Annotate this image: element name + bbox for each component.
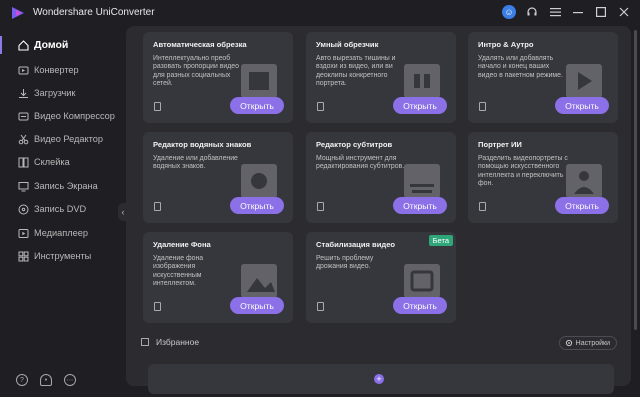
bell-icon[interactable]: • (40, 374, 52, 386)
card-description: Разделить видеопортреты с помощью искусс… (478, 155, 568, 188)
card-title: Редактор субтитров (316, 140, 393, 149)
beta-badge: Бета (428, 235, 453, 246)
sidebar: Домой Конвертер Загрузчик Видео Компресс… (0, 34, 118, 397)
sidebar-item-label: Запись DVD (34, 204, 87, 214)
grid-icon (17, 250, 29, 262)
sidebar-item-merger[interactable]: Склейка (0, 151, 118, 173)
card-description: Авто вырезать тишины и вздохи из видео, … (316, 55, 396, 88)
sidebar-item-label: Запись Экрана (34, 181, 98, 191)
tool-card-intro-outro: Интро & Аутро Удалять или добавлять нача… (468, 32, 618, 123)
bookmark-icon[interactable] (154, 102, 161, 111)
card-description: Интеллектуально преоб разовать пропорции… (153, 55, 239, 88)
tool-card-ai-portrait: Портрет ИИ Разделить видеопортреты с пом… (468, 132, 618, 223)
bookmark-icon[interactable] (479, 202, 486, 211)
open-button[interactable]: Открыть (555, 197, 609, 214)
app-title: Wondershare UniConverter (33, 7, 155, 18)
scissors-icon (17, 133, 29, 145)
card-title: Автоматическая обрезка (153, 40, 247, 49)
screen-record-icon (17, 180, 29, 192)
tool-card-video-stabilization: Бета Стабилизация видео Решить проблему … (306, 232, 456, 323)
favorites-icon (141, 338, 149, 346)
sidebar-item-label: Домой (34, 39, 69, 51)
main-panel: Автоматическая обрезка Интеллектуально п… (126, 26, 631, 386)
user-avatar-icon[interactable]: ☺ (501, 4, 517, 20)
sidebar-footer: ? • ⋯ (16, 374, 76, 386)
feedback-icon[interactable]: ⋯ (64, 374, 76, 386)
sidebar-item-player[interactable]: Медиаплеер (0, 222, 118, 244)
sidebar-item-label: Конвертер (34, 65, 79, 75)
sidebar-item-downloader[interactable]: Загрузчик (0, 82, 118, 104)
converter-icon (17, 64, 29, 76)
bookmark-icon[interactable] (317, 302, 324, 311)
bookmark-icon[interactable] (479, 102, 486, 111)
sidebar-item-label: Медиаплеер (34, 228, 88, 238)
bookmark-icon[interactable] (154, 302, 161, 311)
card-title: Умный обрезчик (316, 40, 379, 49)
home-icon (17, 39, 29, 51)
tool-card-smart-trimmer: Умный обрезчик Авто вырезать тишины и вз… (306, 32, 456, 123)
close-icon[interactable] (616, 4, 632, 20)
sidebar-item-toolbox[interactable]: Инструменты (0, 245, 118, 267)
disc-icon (17, 203, 29, 215)
bookmark-icon[interactable] (317, 102, 324, 111)
favorites-header: Избранное Настройки (140, 336, 617, 350)
sidebar-item-label: Видео Редактор (34, 134, 103, 144)
merge-icon (17, 156, 29, 168)
open-button[interactable]: Открыть (393, 297, 447, 314)
open-button[interactable]: Открыть (230, 97, 284, 114)
menu-icon[interactable] (547, 4, 563, 20)
title-bar: Wondershare UniConverter ☺ (0, 0, 640, 26)
open-button[interactable]: Открыть (393, 97, 447, 114)
card-description: Решить проблему дрожания видео. (316, 255, 374, 271)
compress-icon (17, 110, 29, 122)
minimize-icon[interactable] (570, 4, 586, 20)
favorites-label: Избранное (156, 337, 200, 347)
sidebar-item-converter[interactable]: Конвертер (0, 59, 118, 81)
card-title: Стабилизация видео (316, 240, 396, 249)
tool-card-auto-reframe: Автоматическая обрезка Интеллектуально п… (143, 32, 293, 123)
card-description: Удаление фона изображения искусственным … (153, 255, 204, 288)
card-description: Мощный инструмент для редактирования суб… (316, 155, 405, 171)
settings-label: Настройки (575, 339, 610, 347)
card-title: Удаление Фона (153, 240, 211, 249)
card-description: Удалять или добавлять начало и конец ваш… (478, 55, 563, 79)
tool-card-subtitle-editor: Редактор субтитров Мощный инструмент для… (306, 132, 456, 223)
card-title: Интро & Аутро (478, 40, 534, 49)
card-title: Портрет ИИ (478, 140, 522, 149)
bookmark-icon[interactable] (154, 202, 161, 211)
sidebar-item-label: Инструменты (34, 251, 92, 261)
open-button[interactable]: Открыть (230, 297, 284, 314)
card-title: Редактор водяных знаков (153, 140, 252, 149)
tool-card-watermark-editor: Редактор водяных знаков Удаление или доб… (143, 132, 293, 223)
bookmark-icon[interactable] (317, 202, 324, 211)
scrollbar[interactable] (634, 30, 637, 330)
sidebar-item-editor[interactable]: Видео Редактор (0, 128, 118, 150)
gear-icon (565, 339, 572, 347)
tool-card-background-remover: Удаление Фона Удаление фона изображения … (143, 232, 293, 323)
window-controls: ☺ (501, 4, 632, 20)
headset-icon[interactable] (524, 4, 540, 20)
sidebar-item-home[interactable]: Домой (0, 34, 118, 56)
sidebar-item-screen-recorder[interactable]: Запись Экрана (0, 175, 118, 197)
settings-button[interactable]: Настройки (558, 336, 617, 350)
open-button[interactable]: Открыть (555, 97, 609, 114)
card-description: Удаление или добавление водяных знаков. (153, 155, 238, 171)
open-button[interactable]: Открыть (230, 197, 284, 214)
sidebar-item-label: Видео Компрессор (34, 111, 115, 121)
download-icon (17, 87, 29, 99)
open-button[interactable]: Открыть (393, 197, 447, 214)
sidebar-item-compressor[interactable]: Видео Компрессор (0, 105, 118, 127)
sidebar-item-label: Загрузчик (34, 88, 76, 98)
help-icon[interactable]: ? (16, 374, 28, 386)
sidebar-item-dvd[interactable]: Запись DVD (0, 198, 118, 220)
sidebar-item-label: Склейка (34, 157, 70, 167)
maximize-icon[interactable] (593, 4, 609, 20)
app-logo-icon (12, 7, 24, 19)
add-favorite-button[interactable]: + (374, 374, 384, 384)
player-icon (17, 227, 29, 239)
